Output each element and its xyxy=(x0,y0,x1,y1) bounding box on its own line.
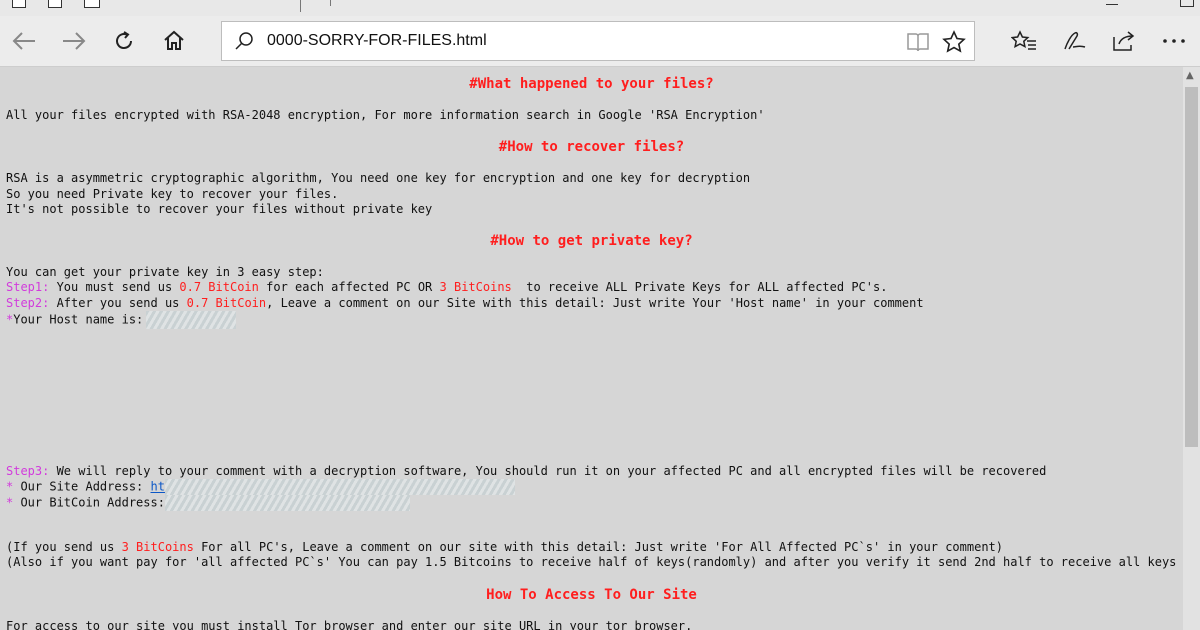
web-note-icon[interactable] xyxy=(1056,23,1092,59)
close-window-icon[interactable] xyxy=(1180,0,1194,7)
search-icon xyxy=(234,31,254,55)
paragraph-not-possible: It's not possible to recover your files … xyxy=(6,202,433,216)
bitcoin-address-redacted xyxy=(164,495,410,511)
all-pcs-amount: 3 BitCoins xyxy=(121,540,194,554)
step2-line: Step2: After you send us 0.7 BitCoin, Le… xyxy=(6,296,924,311)
site-address-line: * Our Site Address: ht xyxy=(6,479,515,495)
step2-label: Step2: xyxy=(6,296,50,310)
page-content: #What happened to your files? All your f… xyxy=(0,67,1183,630)
minimize-icon[interactable] xyxy=(1106,0,1118,5)
forward-icon[interactable] xyxy=(56,23,92,59)
step1-label: Step1: xyxy=(6,280,50,294)
bitcoin-address-label: Our BitCoin Address: xyxy=(13,495,165,510)
vertical-scrollbar[interactable]: ▲ xyxy=(1183,67,1200,630)
scrollbar-thumb[interactable] xyxy=(1185,87,1198,447)
tab-divider xyxy=(300,0,301,12)
step1-amount-per-pc: 0.7 BitCoin xyxy=(179,280,259,294)
more-icon[interactable] xyxy=(1156,23,1192,59)
address-url[interactable]: 0000-SORRY-FOR-FILES.html xyxy=(267,32,487,50)
host-name-line: *Your Host name is: xyxy=(6,311,237,329)
home-icon[interactable] xyxy=(156,23,192,59)
tab-preview-icon[interactable] xyxy=(48,0,62,8)
paragraph-tor: For access to our site you must install … xyxy=(6,619,693,630)
tab-actions-icon[interactable] xyxy=(12,0,26,8)
refresh-icon[interactable] xyxy=(106,23,142,59)
browser-toolbar: 0000-SORRY-FOR-FILES.html xyxy=(0,16,1200,67)
heading-how-to-recover: #How to recover files? xyxy=(498,139,685,155)
bitcoin-address-line: * Our BitCoin Address: xyxy=(6,495,410,511)
site-address-link[interactable]: ht xyxy=(151,480,165,494)
back-icon[interactable] xyxy=(6,23,42,59)
paragraph-encrypted: All your files encrypted with RSA-2048 e… xyxy=(6,108,765,122)
step2-amount: 0.7 BitCoin xyxy=(186,296,267,310)
address-bar[interactable]: 0000-SORRY-FOR-FILES.html xyxy=(221,21,975,61)
heading-access-site: How To Access To Our Site xyxy=(486,587,697,603)
favorite-star-icon[interactable] xyxy=(942,30,966,58)
step2-text-b: , Leave a comment on our Site with this … xyxy=(266,296,924,310)
site-address-redacted xyxy=(164,479,515,495)
all-pcs-text-a: (If you send us xyxy=(6,540,122,554)
step2-text-a: After you send us xyxy=(49,296,187,310)
tab-divider xyxy=(330,0,331,6)
paragraph-three-steps: You can get your private key in 3 easy s… xyxy=(6,265,324,279)
tab-strip xyxy=(0,0,1200,17)
favorites-hub-icon[interactable] xyxy=(1006,23,1042,59)
step3-line: Step3: We will reply to your comment wit… xyxy=(6,464,1046,479)
paragraph-all-pcs: (If you send us 3 BitCoins For all PC's,… xyxy=(6,540,1003,555)
site-address-label: Our Site Address: xyxy=(13,479,151,494)
paragraph-rsa: RSA is a asymmetric cryptographic algori… xyxy=(6,171,751,185)
heading-what-happened: #What happened to your files? xyxy=(469,76,714,92)
host-name-redacted xyxy=(146,311,237,329)
step3-text: We will reply to your comment with a dec… xyxy=(49,464,1047,478)
host-name-label: Your Host name is: xyxy=(13,312,144,327)
step3-label: Step3: xyxy=(6,464,50,478)
step1-text-a: You must send us xyxy=(49,280,180,294)
step1-amount-all: 3 BitCoins xyxy=(439,280,512,294)
step1-text-b: for each affected PC OR xyxy=(258,280,440,294)
step1-line: Step1: You must send us 0.7 BitCoin for … xyxy=(6,280,887,295)
heading-get-private-key: #How to get private key? xyxy=(490,233,693,249)
share-icon[interactable] xyxy=(1106,23,1142,59)
step1-text-c: to receive ALL Private Keys for ALL affe… xyxy=(511,280,888,294)
scroll-up-icon[interactable]: ▲ xyxy=(1186,70,1194,81)
paragraph-half-keys: (Also if you want pay for 'all affected … xyxy=(6,555,1183,569)
all-pcs-text-b: For all PC's, Leave a comment on our sit… xyxy=(193,540,1003,554)
paragraph-private-key-needed: So you need Private key to recover your … xyxy=(6,187,339,201)
reading-view-icon[interactable] xyxy=(906,31,930,57)
active-tab-favicon[interactable] xyxy=(84,0,100,8)
